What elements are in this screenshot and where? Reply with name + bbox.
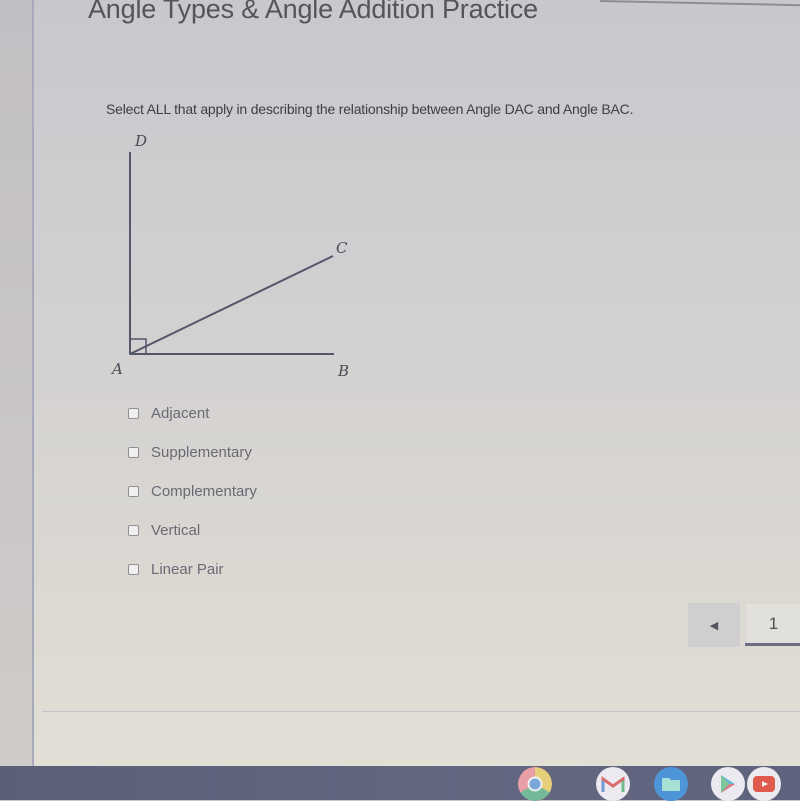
chrome-icon: [518, 767, 552, 801]
angle-figure: D C A B: [100, 130, 370, 380]
youtube-icon: [753, 776, 775, 792]
option-label: Vertical: [151, 522, 201, 539]
option-vertical[interactable]: Vertical: [128, 515, 257, 554]
files-app[interactable]: [654, 767, 688, 801]
option-label: Supplementary: [151, 444, 252, 461]
play-store-icon: [721, 775, 735, 793]
answer-options: Adjacent Supplementary Complementary Ver…: [128, 398, 257, 593]
checkbox[interactable]: [128, 408, 139, 419]
page-number: 1: [768, 614, 779, 633]
option-linear-pair[interactable]: Linear Pair: [128, 554, 257, 593]
checkbox[interactable]: [128, 564, 139, 575]
files-icon: [662, 778, 680, 791]
option-label: Linear Pair: [151, 561, 224, 578]
previous-page-button[interactable]: ◀: [688, 603, 740, 647]
checkbox[interactable]: [128, 447, 139, 458]
current-page-indicator: [745, 643, 800, 646]
checkbox[interactable]: [128, 486, 139, 497]
option-adjacent[interactable]: Adjacent: [128, 398, 257, 437]
ray-AC: [129, 255, 334, 355]
angle-diagram: D C A B: [110, 132, 349, 380]
left-gutter: [0, 0, 33, 766]
option-label: Adjacent: [151, 405, 210, 422]
divider: [42, 711, 800, 712]
option-label: Complementary: [151, 483, 257, 500]
option-supplementary[interactable]: Supplementary: [128, 437, 257, 476]
play-store-app[interactable]: [711, 767, 745, 801]
checkbox[interactable]: [128, 525, 139, 536]
label-D: D: [134, 132, 147, 150]
label-B: B: [337, 362, 349, 380]
top-edge: [599, 0, 800, 7]
question-prompt: Select ALL that apply in describing the …: [106, 101, 634, 117]
label-A: A: [110, 360, 123, 378]
option-complementary[interactable]: Complementary: [128, 476, 257, 515]
chrome-app[interactable]: [518, 767, 552, 801]
label-C: C: [336, 239, 348, 257]
chevron-left-icon: ◀: [709, 619, 719, 632]
page-1-button[interactable]: 1: [745, 603, 800, 645]
panel-border: [32, 0, 34, 766]
gmail-icon: [601, 776, 625, 792]
youtube-app[interactable]: [747, 767, 781, 801]
gmail-app[interactable]: [596, 767, 630, 801]
page-title: Angle Types & Angle Addition Practice: [88, 0, 538, 24]
